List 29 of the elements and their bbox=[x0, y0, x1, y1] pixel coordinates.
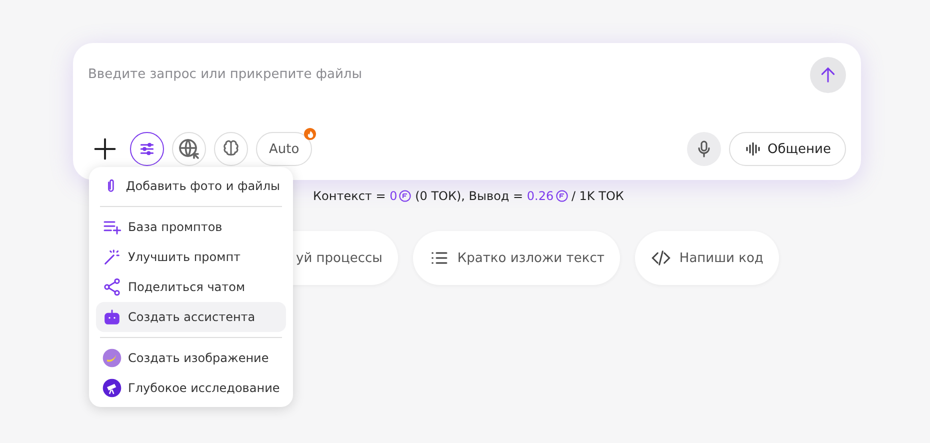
price-label: / 1K ТОК bbox=[570, 189, 624, 203]
microphone-button[interactable] bbox=[686, 132, 721, 166]
share-icon bbox=[102, 277, 122, 297]
coin-icon bbox=[556, 190, 568, 202]
price-value: 0 bbox=[390, 189, 398, 203]
globe-icon bbox=[177, 137, 201, 161]
banana-icon bbox=[102, 348, 122, 368]
price-value: 0.26 bbox=[526, 189, 554, 203]
price-label: (0 ТОК), Вывод = bbox=[414, 189, 524, 203]
fire-badge bbox=[304, 128, 316, 140]
suggestion-chip[interactable]: Кратко изложи текст bbox=[413, 231, 620, 285]
voice-chat-button[interactable]: Общение bbox=[728, 132, 846, 166]
price-label: Контекст = bbox=[313, 189, 387, 203]
telescope-icon bbox=[102, 378, 122, 398]
code-icon bbox=[651, 248, 672, 268]
reasoning-button[interactable] bbox=[214, 132, 248, 166]
sound-wave-icon bbox=[744, 140, 762, 158]
tools-button[interactable] bbox=[130, 132, 164, 166]
suggestion-chip[interactable]: Напиши код bbox=[635, 231, 780, 285]
menu-item[interactable]: Создать изображение bbox=[96, 343, 286, 373]
robot-icon bbox=[102, 307, 122, 327]
coin-icon bbox=[399, 190, 412, 202]
magic-wand-icon bbox=[102, 247, 122, 267]
web-search-button[interactable] bbox=[172, 132, 206, 166]
menu-item[interactable]: Создать ассистента bbox=[96, 302, 286, 332]
send-button[interactable] bbox=[810, 57, 846, 93]
plus-icon bbox=[92, 136, 118, 162]
menu-item[interactable]: Глубокое исследование bbox=[96, 373, 286, 403]
menu-item[interactable]: Добавить фото и файлы bbox=[96, 171, 286, 201]
